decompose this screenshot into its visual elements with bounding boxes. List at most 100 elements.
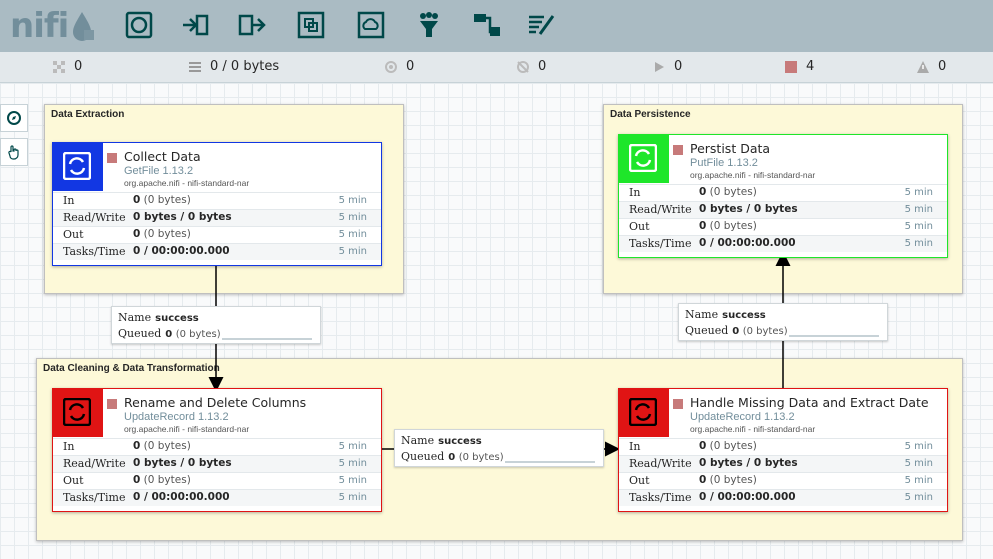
not-transmitting-value: 0 bbox=[538, 59, 547, 74]
input-port-button[interactable] bbox=[180, 10, 210, 40]
queued-stat: 0 / 0 bytes bbox=[188, 59, 279, 74]
stat-row-out: Out 0 (0 bytes) 5 min bbox=[619, 472, 947, 489]
processor-name: Rename and Delete Columns bbox=[124, 395, 307, 410]
read-write-value: 0 bytes / 0 bytes bbox=[699, 203, 798, 215]
stopped-state-icon bbox=[673, 145, 683, 155]
nifi-logo: nifi bbox=[10, 6, 69, 46]
processor-bundle: org.apache.nifi - nifi-standard-nar bbox=[690, 424, 816, 434]
threads-icon bbox=[53, 60, 65, 73]
stat-window: 5 min bbox=[904, 221, 933, 232]
stat-row-out: Out 0 (0 bytes) 5 min bbox=[619, 218, 947, 235]
queued-label: Queued bbox=[685, 324, 729, 337]
in-bytes: (0 bytes) bbox=[143, 440, 191, 452]
out-count: 0 bbox=[133, 228, 141, 240]
out-bytes: (0 bytes) bbox=[709, 220, 757, 232]
out-bytes: (0 bytes) bbox=[143, 474, 191, 486]
stat-window: 5 min bbox=[904, 187, 933, 198]
in-bytes: (0 bytes) bbox=[709, 186, 757, 198]
active-threads-stat: 0 bbox=[52, 59, 82, 74]
tasks-value: 0 / 00:00:00.000 bbox=[699, 237, 796, 249]
output-port-button[interactable] bbox=[237, 10, 267, 40]
group-title: Data Cleaning & Data Transformation bbox=[43, 363, 220, 374]
warning-icon bbox=[917, 60, 929, 73]
compass-icon bbox=[7, 111, 21, 125]
processor-type: UpdateRecord 1.13.2 bbox=[690, 411, 795, 423]
stat-window: 5 min bbox=[338, 246, 367, 257]
row-label: Tasks/Time bbox=[63, 245, 126, 258]
stat-window: 5 min bbox=[338, 475, 367, 486]
queued-count: 0 bbox=[732, 326, 740, 337]
stopped-stat: 4 bbox=[784, 59, 814, 74]
navigate-button[interactable] bbox=[0, 104, 28, 132]
processor-persist-data[interactable]: Perstist Data PutFile 1.13.2 org.apache.… bbox=[618, 134, 948, 258]
funnel-button[interactable] bbox=[414, 10, 444, 40]
row-label: Out bbox=[63, 474, 84, 487]
stat-window: 5 min bbox=[338, 195, 367, 206]
queued-bytes: (0 bytes) bbox=[458, 452, 504, 463]
connection-label-handle-to-persist[interactable]: Name success Queued 0 (0 bytes) bbox=[678, 303, 888, 341]
label-button[interactable] bbox=[526, 10, 556, 40]
stat-row-read-write: Read/Write 0 bytes / 0 bytes 5 min bbox=[53, 455, 381, 472]
relationship-name: success bbox=[155, 313, 199, 324]
queue-progress-bar bbox=[789, 335, 879, 337]
stat-row-in: In 0 (0 bytes) 5 min bbox=[53, 438, 381, 455]
stat-row-read-write: Read/Write 0 bytes / 0 bytes 5 min bbox=[619, 455, 947, 472]
row-label: Tasks/Time bbox=[629, 491, 692, 504]
processor-icon bbox=[63, 398, 91, 426]
in-count: 0 bbox=[699, 440, 707, 452]
processor-button[interactable] bbox=[124, 10, 154, 40]
name-label: Name bbox=[118, 311, 152, 324]
stat-row-in: In 0 (0 bytes) 5 min bbox=[53, 192, 381, 209]
operate-button[interactable] bbox=[0, 138, 28, 166]
processor-rename-delete-columns[interactable]: Rename and Delete Columns UpdateRecord 1… bbox=[52, 388, 382, 512]
processor-collect-data[interactable]: Collect Data GetFile 1.13.2 org.apache.n… bbox=[52, 142, 382, 266]
stopped-state-icon bbox=[673, 399, 683, 409]
name-label: Name bbox=[685, 308, 719, 321]
name-label: Name bbox=[401, 434, 435, 447]
remote-process-group-button[interactable] bbox=[356, 10, 386, 40]
template-icon bbox=[474, 14, 500, 36]
stat-row-in: In 0 (0 bytes) 5 min bbox=[619, 438, 947, 455]
process-group-icon bbox=[297, 11, 325, 39]
stat-window: 5 min bbox=[904, 492, 933, 503]
transmitting-stat: 0 bbox=[384, 59, 414, 74]
queued-count: 0 bbox=[165, 329, 173, 340]
row-label: Read/Write bbox=[629, 203, 692, 216]
stat-row-in: In 0 (0 bytes) 5 min bbox=[619, 184, 947, 201]
in-count: 0 bbox=[699, 186, 707, 198]
template-button[interactable] bbox=[472, 10, 502, 40]
stat-window: 5 min bbox=[338, 458, 367, 469]
row-label: Read/Write bbox=[63, 211, 126, 224]
process-group-button[interactable] bbox=[296, 10, 326, 40]
processor-icon bbox=[629, 398, 657, 426]
queued-label: Queued bbox=[118, 327, 162, 340]
running-stat: 0 bbox=[652, 59, 682, 74]
stat-window: 5 min bbox=[338, 492, 367, 503]
out-count: 0 bbox=[133, 474, 141, 486]
processor-name: Handle Missing Data and Extract Date bbox=[690, 395, 929, 410]
funnel-icon bbox=[420, 12, 438, 37]
processor-type-badge bbox=[53, 389, 103, 437]
stat-window: 5 min bbox=[904, 441, 933, 452]
not-transmitting-stat: 0 bbox=[516, 59, 546, 74]
label-icon bbox=[529, 15, 555, 35]
stat-row-out: Out 0 (0 bytes) 5 min bbox=[53, 472, 381, 489]
stat-row-tasks: Tasks/Time 0 / 00:00:00.000 5 min bbox=[619, 489, 947, 506]
row-label: Out bbox=[629, 220, 650, 233]
processor-name: Collect Data bbox=[124, 149, 201, 164]
read-write-value: 0 bytes / 0 bytes bbox=[133, 211, 232, 223]
stat-window: 5 min bbox=[904, 458, 933, 469]
out-count: 0 bbox=[699, 220, 707, 232]
status-bar: 0 0 / 0 bytes 0 0 0 4 0 bbox=[0, 52, 993, 83]
stat-row-out: Out 0 (0 bytes) 5 min bbox=[53, 226, 381, 243]
tasks-value: 0 / 00:00:00.000 bbox=[133, 491, 230, 503]
connection-label-extract-to-clean[interactable]: Name success Queued 0 (0 bytes) bbox=[111, 306, 321, 344]
in-count: 0 bbox=[133, 194, 141, 206]
connection-label-rename-to-handle[interactable]: Name success Queued 0 (0 bytes) bbox=[394, 429, 604, 467]
invalid-stat: 0 bbox=[916, 59, 946, 74]
processor-handle-missing-data[interactable]: Handle Missing Data and Extract Date Upd… bbox=[618, 388, 948, 512]
transmitting-icon bbox=[385, 60, 397, 73]
relationship-name: success bbox=[438, 436, 482, 447]
row-label: Tasks/Time bbox=[63, 491, 126, 504]
row-label: Read/Write bbox=[629, 457, 692, 470]
